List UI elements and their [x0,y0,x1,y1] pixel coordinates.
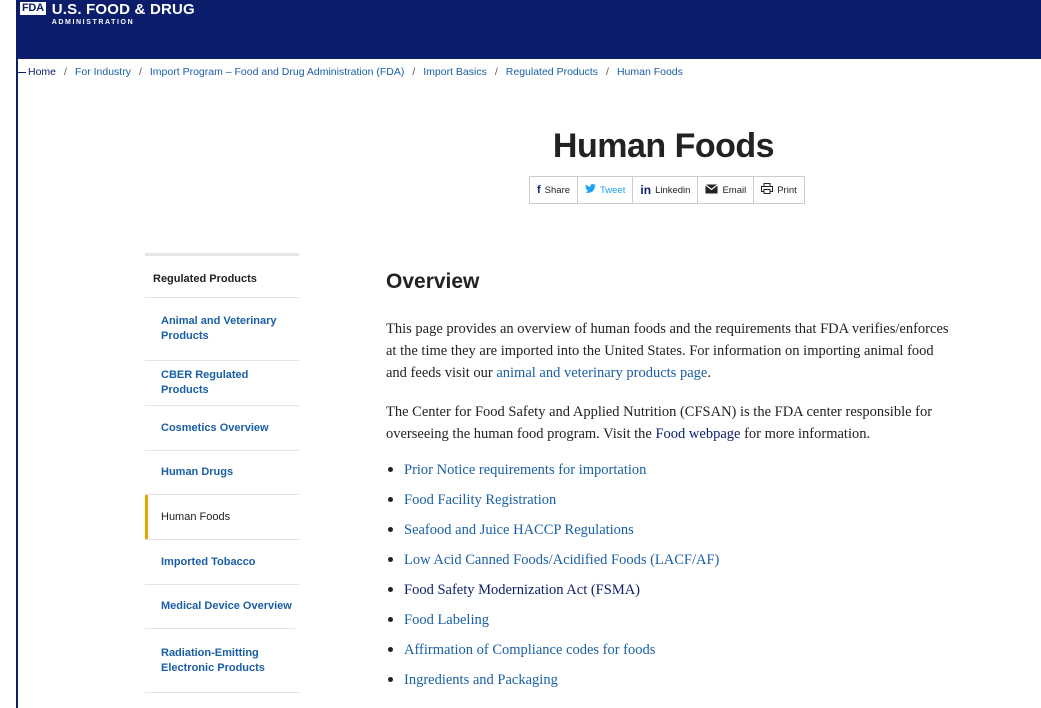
fda-logo-mark: FDA [20,2,46,15]
prior-notice-link[interactable]: Prior Notice requirements for importatio… [404,462,646,478]
list-item[interactable]: Food Facility Registration [388,489,719,519]
sidebar-divider [145,692,299,693]
bullet-dot [388,557,393,562]
sidebar-item-medical-device[interactable]: Medical Device Overview [145,584,299,628]
share-facebook-button[interactable]: f Share [530,177,579,203]
linkedin-label: Linkedin [655,184,691,196]
fsma-link[interactable]: Food Safety Modernization Act (FSMA) [404,582,640,598]
logo-title: U.S. FOOD & DRUG [51,1,195,18]
breadcrumb-regulated-products[interactable]: Regulated Products [506,66,598,78]
sidebar-item-cosmetics[interactable]: Cosmetics Overview [145,405,299,450]
affirmation-compliance-link[interactable]: Affirmation of Compliance codes for food… [404,642,655,658]
breadcrumb-home[interactable]: Home [28,66,56,78]
breadcrumb-separator: / [138,66,142,78]
list-item[interactable]: Ingredients and Packaging [388,669,719,699]
paragraph-2-end: for more information. [740,426,871,442]
breadcrumb-separator: / [412,66,416,78]
email-icon [705,183,719,197]
ingredients-packaging-link[interactable]: Ingredients and Packaging [404,672,558,688]
breadcrumb-for-industry[interactable]: For Industry [75,66,131,78]
sidebar-item-radiation-emitting[interactable]: Radiation-Emitting Electronic Products [145,628,295,692]
breadcrumb-separator: / [606,66,609,78]
share-label: Share [544,184,571,196]
print-label: Print [777,184,797,196]
bullet-dot [388,587,393,592]
sidebar-item-imported-tobacco[interactable]: Imported Tobacco [145,539,299,584]
breadcrumb-dash [18,71,26,73]
food-labeling-link[interactable]: Food Labeling [404,612,489,628]
sidebar-nav: Regulated Products Animal and Veterinary… [145,253,299,693]
list-item[interactable]: Food Safety Modernization Act (FSMA) [388,579,719,609]
lacf-af-link[interactable]: Low Acid Canned Foods/Acidified Foods (L… [404,552,719,568]
fda-logo[interactable]: FDA U.S. FOOD & DRUG ADMINISTRATION [20,2,195,26]
print-icon [761,183,774,197]
breadcrumb-import-basics[interactable]: Import Basics [423,66,487,78]
main-content: Overview This page provides an overview … [386,270,956,688]
logo-subtitle: ADMINISTRATION [51,19,135,26]
list-item[interactable]: Food Labeling [388,609,719,639]
bullet-dot [388,497,393,502]
breadcrumb-separator: / [494,66,498,78]
list-item[interactable]: Seafood and Juice HACCP Regulations [388,519,719,549]
topic-list: Prior Notice requirements for importatio… [388,459,719,699]
share-print-button[interactable]: Print [754,177,804,203]
sidebar-item-human-drugs[interactable]: Human Drugs [145,450,299,494]
breadcrumb-human-foods[interactable]: Human Foods [617,66,683,78]
food-webpage-link[interactable]: Food webpage [655,426,740,442]
share-linkedin-button[interactable]: in Linkedin [633,177,699,203]
overview-heading: Overview [386,270,480,293]
logo-text: U.S. FOOD & DRUG ADMINISTRATION [52,2,195,26]
site-header: FDA U.S. FOOD & DRUG ADMINISTRATION [16,0,1041,59]
linkedin-icon: in [640,183,652,197]
bullet-dot [388,527,393,532]
page-frame-edge [16,0,18,708]
overview-paragraph-2: The Center for Food Safety and Applied N… [386,401,956,445]
twitter-icon [585,184,596,196]
bullet-dot [388,677,393,682]
share-email-button[interactable]: Email [698,177,755,203]
bullet-dot [388,467,393,472]
breadcrumb-import-program[interactable]: Import Program – Food and Drug Administr… [150,66,404,78]
sidebar-item-human-foods[interactable]: Human Foods [145,494,299,539]
breadcrumb-separator: / [64,66,67,78]
breadcrumb: Home / For Industry / Import Program – F… [18,66,683,78]
bullet-dot [388,647,393,652]
email-label: Email [722,184,747,196]
sidebar-item-animal-veterinary[interactable]: Animal and Veterinary Products [145,297,299,360]
page-title: Human Foods [552,126,775,165]
seafood-juice-haccp-link[interactable]: Seafood and Juice HACCP Regulations [404,522,634,538]
list-item[interactable]: Prior Notice requirements for importatio… [388,459,719,489]
bullet-dot [388,617,393,622]
share-toolbar: f Share Tweet in Linkedin Email Print [529,176,805,204]
list-item[interactable]: Low Acid Canned Foods/Acidified Foods (L… [388,549,719,579]
tweet-label: Tweet [600,184,626,196]
food-facility-link[interactable]: Food Facility Registration [404,492,556,508]
facebook-icon: f [537,184,541,196]
overview-paragraph-1: This page provides an overview of human … [386,318,956,384]
share-tweet-button[interactable]: Tweet [578,177,634,203]
animal-veterinary-link[interactable]: animal and veterinary products page [496,365,707,381]
sidebar-item-cber[interactable]: CBER Regulated Products [145,360,299,405]
paragraph-1-end: . [707,365,711,381]
list-item[interactable]: Affirmation of Compliance codes for food… [388,639,719,669]
sidebar-heading[interactable]: Regulated Products [145,253,299,297]
